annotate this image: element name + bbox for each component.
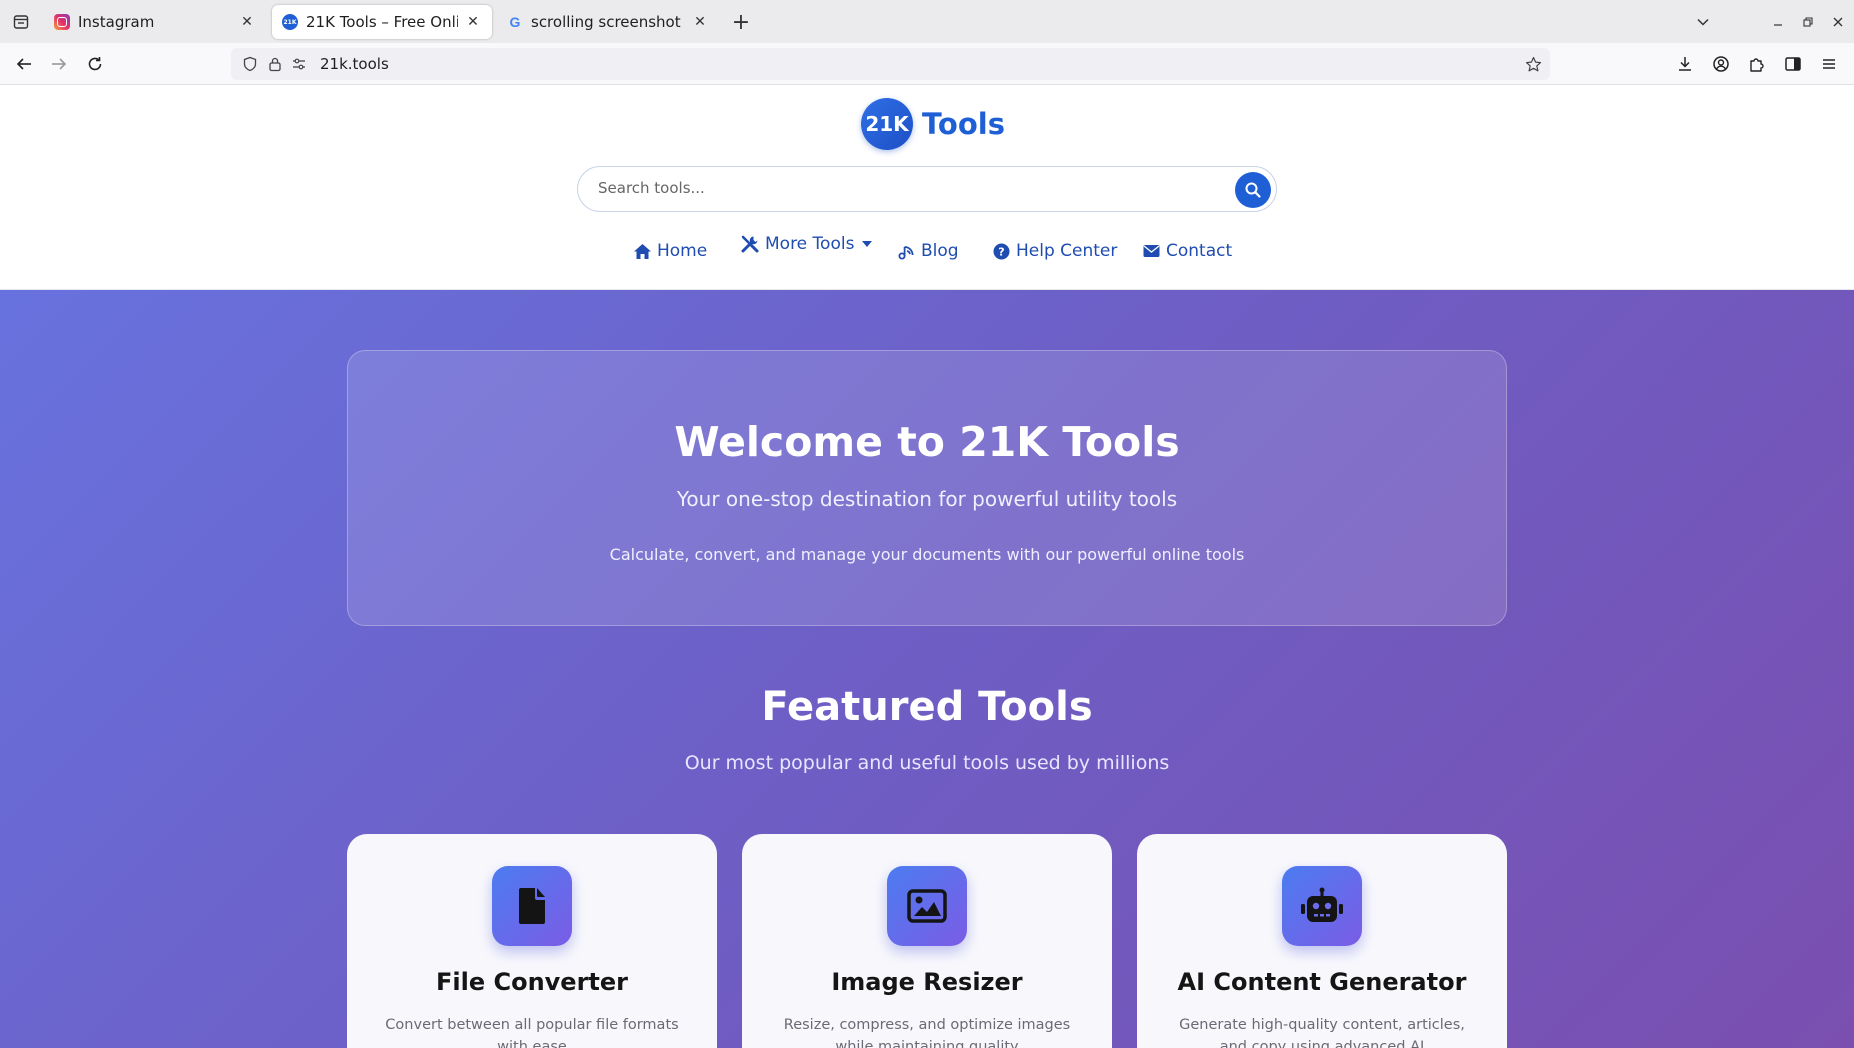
welcome-card: Welcome to 21K Tools Your one-stop desti… [347,350,1507,626]
new-tab-button[interactable]: + [728,9,754,35]
featured-tools-subtitle: Our most popular and useful tools used b… [684,752,1170,774]
close-icon[interactable]: ✕ [691,13,709,31]
file-icon [492,866,572,946]
nav-help-center[interactable]: ? Help Center [991,241,1117,261]
site-permissions-icon[interactable] [289,54,309,74]
web-page: 21K Tools Home More Tools [0,86,1854,1048]
tool-description: Convert between all popular file formats… [385,1017,679,1048]
logo-text: Tools [922,107,1005,141]
welcome-subtitle: Your one-stop destination for powerful u… [676,487,1178,511]
tool-name: File Converter [435,968,628,996]
featured-tools-title: Featured Tools [761,684,1093,730]
tab-21k-tools[interactable]: 21K 21K Tools – Free Online C ✕ [272,5,492,39]
shield-icon[interactable] [240,54,260,74]
tab-title: Instagram [78,13,155,31]
nav-blog[interactable]: Blog [896,241,959,261]
browser-tab-bar: Instagram ✕ 21K 21K Tools – Free Online … [0,0,1854,43]
search-input[interactable] [598,179,1198,197]
tools-icon [740,234,760,254]
close-icon[interactable]: ✕ [464,13,482,31]
nav-more-tools-label: More Tools [765,234,855,254]
envelope-icon [1141,241,1161,261]
home-icon [632,241,652,261]
tool-name: Image Resizer [831,968,1023,996]
svg-text:?: ? [998,245,1004,258]
logo-badge: 21K [861,98,913,150]
search-icon [1245,182,1261,198]
reload-icon[interactable] [81,50,109,78]
tab-list-icon[interactable] [8,9,34,35]
nav-home[interactable]: Home [632,241,707,261]
nav-contact-label: Contact [1166,241,1233,261]
downloads-icon[interactable] [1671,50,1699,78]
question-circle-icon: ? [991,241,1011,261]
tool-description: Generate high-quality content, articles,… [1179,1017,1465,1048]
bookmark-star-icon[interactable] [1523,54,1543,74]
tab-instagram[interactable]: Instagram ✕ [44,5,266,39]
caret-down-icon [857,234,877,254]
tool-card-ai-content-generator[interactable]: AI Content Generator Generate high-quali… [1137,834,1507,1048]
search-box [577,166,1277,212]
browser-toolbar: 21k.tools [0,43,1854,85]
welcome-title: Welcome to 21K Tools [674,418,1180,466]
tab-title: scrolling screenshot in ub [531,13,685,31]
sidebar-icon[interactable] [1779,50,1807,78]
tool-card-file-converter[interactable]: File Converter Convert between all popul… [347,834,717,1048]
main-navigation: Home More Tools Blog ? Help Center Conta… [0,234,1854,266]
robot-icon [1282,866,1362,946]
restore-icon[interactable] [1795,9,1821,35]
welcome-description: Calculate, convert, and manage your docu… [609,545,1245,564]
url-text[interactable]: 21k.tools [320,55,389,73]
close-icon[interactable]: ✕ [238,13,256,31]
back-icon[interactable] [10,50,38,78]
close-window-icon[interactable] [1825,9,1851,35]
nav-contact[interactable]: Contact [1141,241,1232,261]
tab-google-search[interactable]: G scrolling screenshot in ub ✕ [497,5,719,39]
tool-card-image-resizer[interactable]: Image Resizer Resize, compress, and opti… [742,834,1112,1048]
search-button[interactable] [1235,172,1271,208]
minimize-icon[interactable] [1765,9,1791,35]
tool-name: AI Content Generator [1177,968,1467,996]
21k-tools-icon: 21K [282,14,298,30]
forward-icon[interactable] [45,50,73,78]
nav-blog-label: Blog [921,241,959,261]
nav-home-label: Home [657,241,708,261]
google-icon: G [509,14,521,30]
address-bar[interactable]: 21k.tools [231,48,1550,80]
blog-icon [896,241,916,261]
extensions-icon[interactable] [1743,50,1771,78]
site-header: 21K Tools Home More Tools [0,86,1854,290]
site-logo[interactable]: 21K Tools [861,98,1005,150]
chevron-down-icon[interactable] [1690,9,1716,35]
image-icon [887,866,967,946]
tab-title: 21K Tools – Free Online C [306,13,458,31]
menu-icon[interactable] [1815,50,1843,78]
nav-more-tools[interactable]: More Tools [740,234,877,254]
instagram-icon [54,14,70,30]
nav-help-center-label: Help Center [1016,241,1118,261]
lock-icon[interactable] [265,54,285,74]
tool-description: Resize, compress, and optimize images wh… [783,1017,1071,1048]
account-icon[interactable] [1707,50,1735,78]
